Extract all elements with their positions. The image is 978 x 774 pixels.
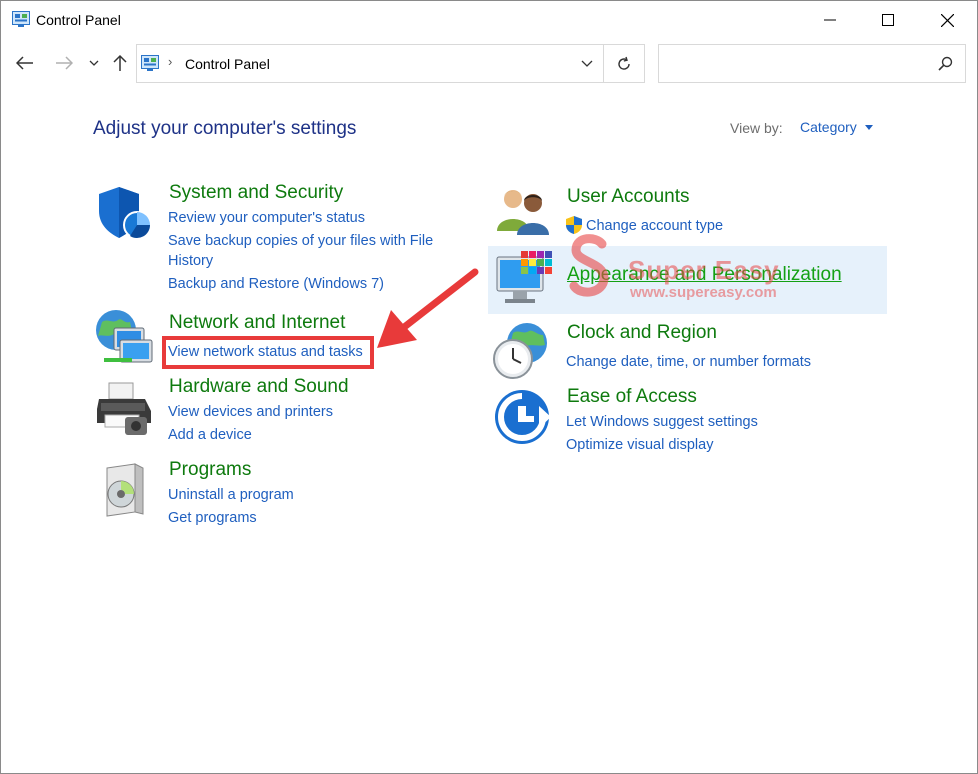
refresh-button[interactable] <box>604 45 644 82</box>
annotation-highlight-box <box>162 336 374 369</box>
monitor-palette-icon <box>496 251 552 303</box>
annotation-arrow <box>377 268 479 348</box>
category-user-accounts[interactable]: User Accounts <box>567 186 690 208</box>
category-clock-region[interactable]: Clock and Region <box>567 322 717 344</box>
minimize-icon <box>824 19 836 21</box>
link-save-backup[interactable]: Save backup copies of your files with Fi… <box>168 231 433 251</box>
search-icon <box>938 56 953 71</box>
link-add-device[interactable]: Add a device <box>168 425 252 445</box>
network-globe-icon <box>96 310 153 363</box>
users-icon <box>497 190 549 235</box>
link-change-account-type[interactable]: Change account type <box>586 216 723 236</box>
up-button[interactable] <box>108 51 132 75</box>
address-bar[interactable]: › Control Panel <box>136 44 645 83</box>
arrow-right-icon <box>56 56 73 70</box>
watermark-brand: Super Easy <box>628 255 780 285</box>
link-get-programs[interactable]: Get programs <box>168 508 257 528</box>
breadcrumb-separator-icon: › <box>168 54 173 69</box>
super-easy-logo <box>569 234 609 297</box>
clock-globe-icon <box>493 323 547 379</box>
category-ease-of-access[interactable]: Ease of Access <box>567 386 697 408</box>
arrow-left-icon <box>16 56 33 70</box>
link-review-status[interactable]: Review your computer's status <box>168 208 365 228</box>
chevron-down-icon <box>581 60 593 67</box>
title-bar: Control Panel <box>1 1 977 39</box>
close-icon <box>940 13 954 27</box>
search-input[interactable] <box>658 44 966 83</box>
link-save-backup-cont[interactable]: History <box>168 251 213 271</box>
programs-disc-icon <box>106 463 144 517</box>
breadcrumb[interactable]: Control Panel <box>185 56 270 72</box>
recent-locations-button[interactable] <box>82 51 106 75</box>
caret-down-icon <box>865 125 873 130</box>
link-backup-restore[interactable]: Backup and Restore (Windows 7) <box>168 274 384 294</box>
window-title: Control Panel <box>36 12 121 28</box>
maximize-button[interactable] <box>859 1 917 39</box>
shield-icon <box>99 187 151 239</box>
printer-icon <box>97 382 151 435</box>
link-uninstall-program[interactable]: Uninstall a program <box>168 485 294 505</box>
chevron-down-icon <box>89 60 99 66</box>
link-optimize-visual-display[interactable]: Optimize visual display <box>566 435 713 455</box>
page-title: Adjust your computer's settings <box>93 118 357 139</box>
link-view-devices[interactable]: View devices and printers <box>168 402 333 422</box>
refresh-icon <box>618 56 630 70</box>
control-panel-window: Control Panel › Control Panel Adjust you… <box>0 0 978 774</box>
view-by-dropdown[interactable]: Category <box>800 119 857 135</box>
ease-of-access-icon <box>495 390 551 444</box>
category-hardware-sound[interactable]: Hardware and Sound <box>169 376 349 398</box>
back-button[interactable] <box>13 51 37 75</box>
view-by-label: View by: <box>730 120 783 136</box>
link-change-date-time[interactable]: Change date, time, or number formats <box>566 352 811 372</box>
forward-button[interactable] <box>52 51 76 75</box>
uac-shield-icon <box>566 216 582 234</box>
link-windows-suggest-settings[interactable]: Let Windows suggest settings <box>566 412 758 432</box>
category-network-internet[interactable]: Network and Internet <box>169 312 345 334</box>
address-dropdown-button[interactable] <box>571 45 603 82</box>
control-panel-icon <box>141 55 159 71</box>
category-programs[interactable]: Programs <box>169 459 251 481</box>
minimize-button[interactable] <box>801 1 859 39</box>
category-system-security[interactable]: System and Security <box>169 182 343 204</box>
maximize-icon <box>882 14 894 26</box>
close-button[interactable] <box>918 1 976 39</box>
watermark-url: www.supereasy.com <box>630 284 777 301</box>
control-panel-icon <box>12 11 30 27</box>
arrow-up-icon <box>113 54 127 71</box>
